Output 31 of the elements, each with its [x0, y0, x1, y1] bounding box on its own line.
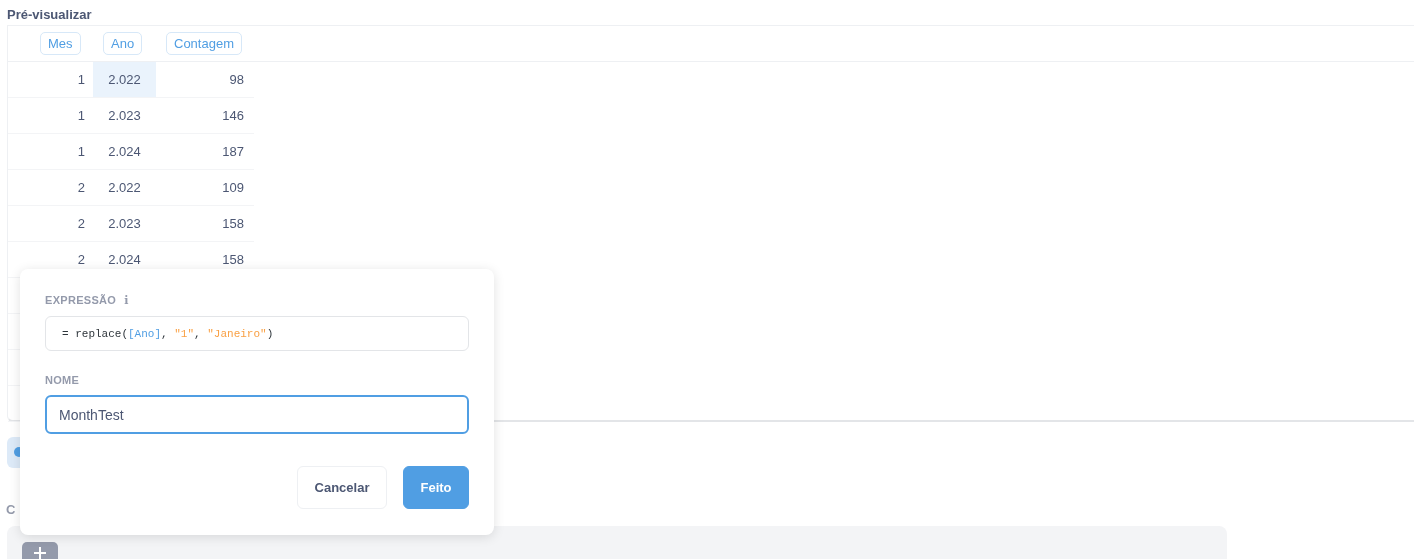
table-cell-text: 1: [76, 143, 86, 161]
table-cell-text: 2.023: [107, 107, 142, 125]
table-cell-text: 98: [228, 71, 245, 89]
info-icon[interactable]: i: [124, 293, 129, 307]
plus-icon: [34, 547, 46, 559]
table-cell-text: 2: [76, 215, 86, 233]
table-cell-text: 1: [76, 71, 86, 89]
table-cell-text: 2.023: [107, 215, 142, 233]
table-cell-text: 1: [76, 107, 86, 125]
section-title: Pré-visualizar: [6, 6, 93, 24]
table-cell-text: 146: [221, 107, 245, 125]
name-field[interactable]: MonthTest: [45, 395, 469, 434]
table-cell-text: 2: [76, 251, 86, 269]
field-label: EXPRESSÃO: [45, 294, 117, 306]
table-cell-text: 187: [221, 143, 245, 161]
table-cell-text: 2.022: [107, 179, 142, 197]
table-cell-text: 109: [221, 179, 245, 197]
column-header[interactable]: Ano: [103, 32, 143, 55]
column-header[interactable]: Contagem: [166, 32, 242, 55]
expression-field[interactable]: = replace([Ano], "1", "Janeiro"): [45, 316, 469, 351]
dialog-button[interactable]: Cancelar: [297, 466, 387, 509]
table-cell-text: 2: [76, 179, 86, 197]
section-label: C: [6, 502, 16, 517]
table-cell: 2.022: [93, 62, 156, 97]
table-cell-text: 2.024: [107, 143, 142, 161]
table-cell-text: 158: [221, 251, 245, 269]
table-cell-text: 158: [221, 215, 245, 233]
dialog-button[interactable]: Feito: [403, 466, 469, 509]
field-label: NOME: [45, 374, 80, 386]
column-header[interactable]: Mes: [40, 32, 81, 55]
table-cell-text: 2.024: [107, 251, 142, 269]
